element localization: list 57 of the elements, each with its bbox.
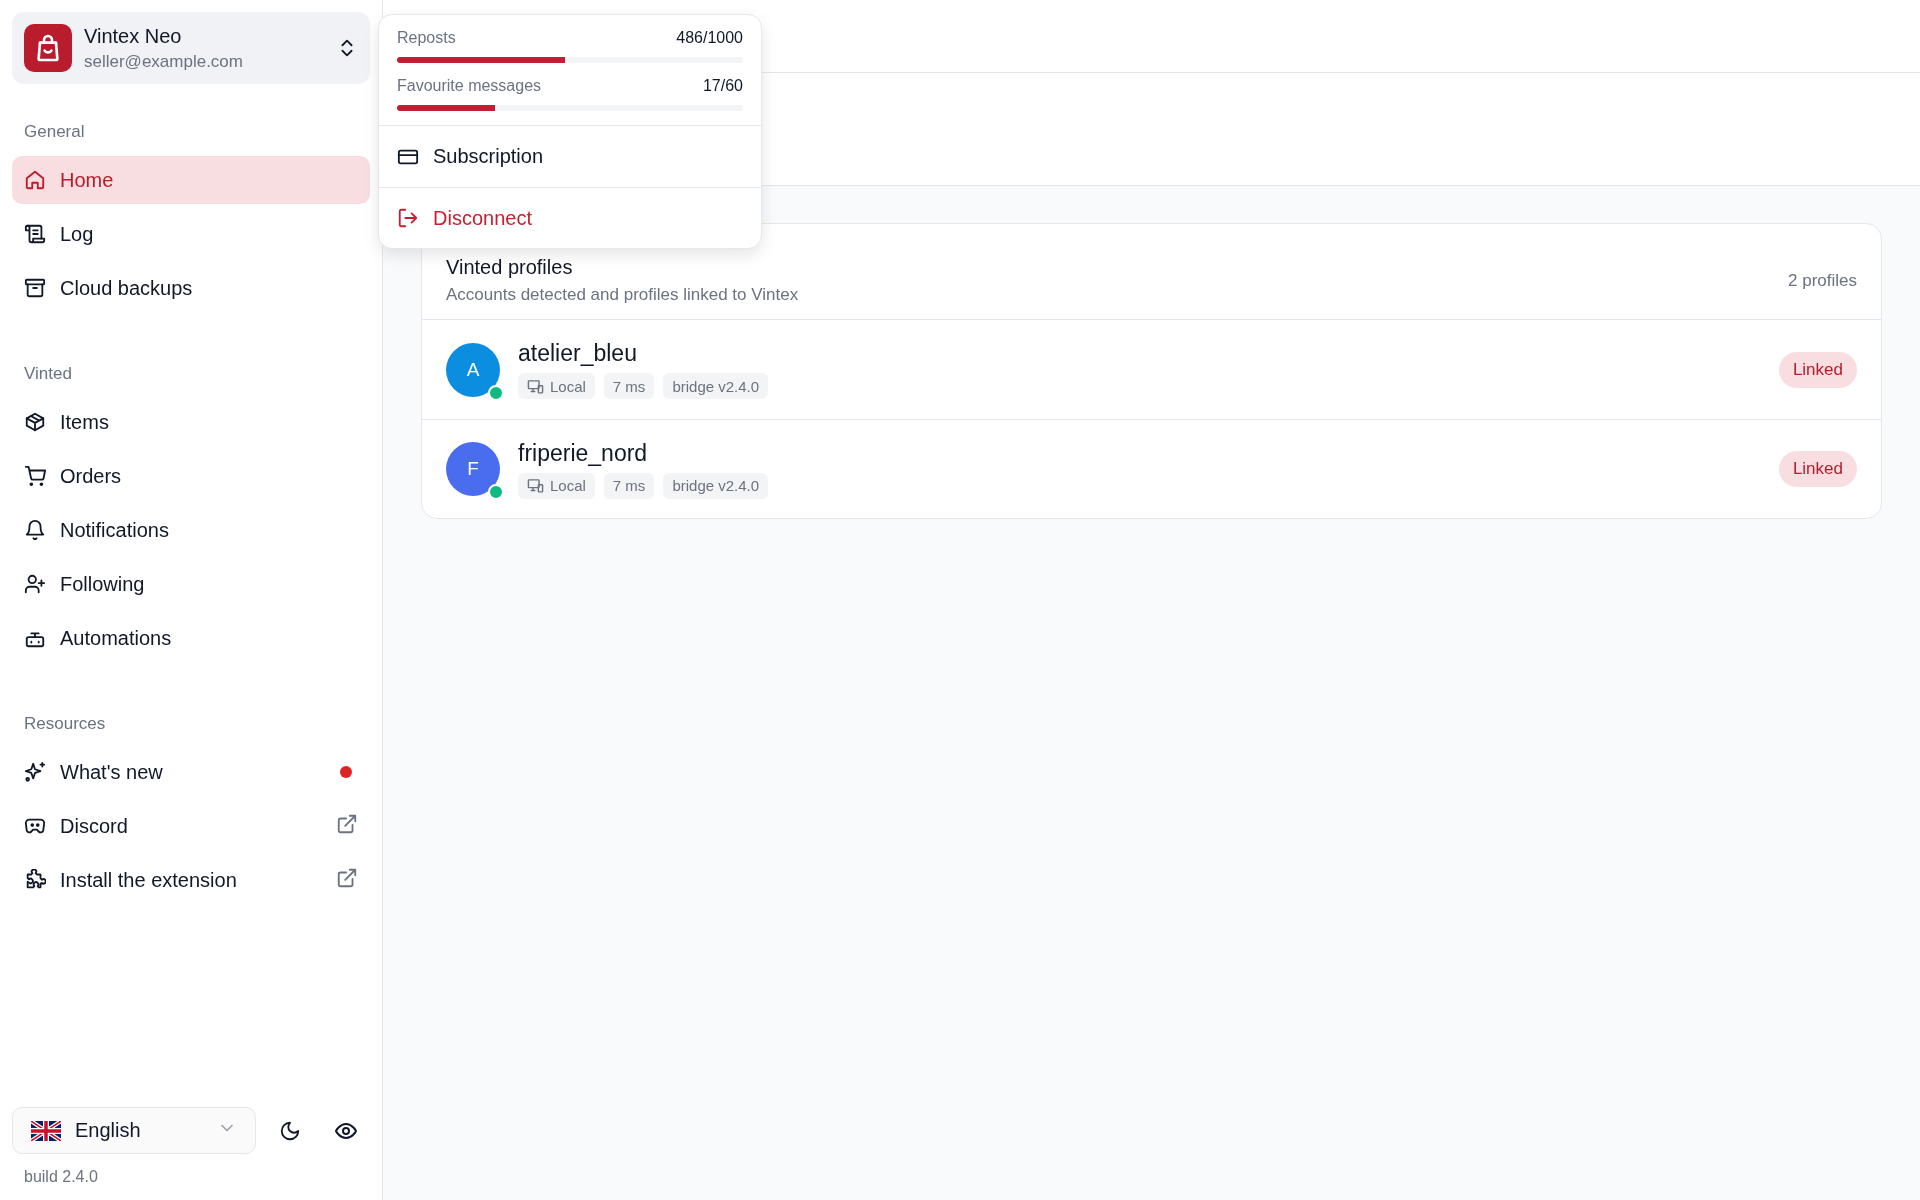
moon-icon xyxy=(279,1119,301,1142)
info-tag: 7 ms xyxy=(603,373,655,399)
quota-value: 486/1000 xyxy=(676,29,743,47)
bell-icon xyxy=(24,519,46,541)
shopping-bag-logo xyxy=(24,24,72,72)
flag-icon xyxy=(31,1120,61,1141)
profile-name: friperie_nord xyxy=(518,439,649,467)
info-tag: bridge v2.4.0 xyxy=(663,472,769,499)
scroll-icon xyxy=(24,223,46,245)
nav-item[interactable]: Cloud backups xyxy=(12,264,370,312)
puzzle-icon xyxy=(24,869,46,891)
package-icon xyxy=(24,411,46,433)
language-select[interactable]: English xyxy=(12,1107,256,1154)
user-plus-icon xyxy=(24,573,46,595)
linked-badge: Linked xyxy=(1778,451,1857,487)
nav-item[interactable]: Automations xyxy=(12,614,370,662)
section-label: Resources xyxy=(24,714,107,734)
nav-item[interactable]: Following xyxy=(12,560,370,608)
sparkles-icon xyxy=(24,761,46,783)
archive-icon xyxy=(24,277,46,299)
avatar: F xyxy=(446,442,500,496)
home-icon xyxy=(24,169,46,191)
disconnect-item[interactable]: Disconnect xyxy=(379,187,761,248)
nav-item[interactable]: Home xyxy=(12,156,370,204)
subscription-item[interactable]: Subscription xyxy=(379,126,761,187)
section-label: General xyxy=(24,122,86,142)
card-subtitle: Accounts detected and profiles linked to Vintex xyxy=(446,285,800,305)
profile-name: atelier_bleu xyxy=(518,340,638,367)
nav-item[interactable]: Orders xyxy=(12,452,370,500)
nav-item[interactable]: What's new xyxy=(12,748,370,796)
profile-count: 2 profiles xyxy=(1788,270,1857,291)
external-link-icon xyxy=(336,812,358,835)
connection-tag: Local xyxy=(518,472,595,499)
account-email: seller@example.com xyxy=(84,51,244,72)
connection-tag: Local xyxy=(518,373,595,399)
nav-item[interactable]: Install the extension xyxy=(12,856,370,904)
devices-icon xyxy=(527,377,544,395)
build-version: build 2.4.0 xyxy=(24,1168,99,1186)
account-name: Vintex Neo xyxy=(84,24,183,48)
cart-icon xyxy=(24,465,46,487)
section-label: Vinted xyxy=(24,364,73,384)
devices-icon xyxy=(527,477,544,494)
quota-label: Favourite messages xyxy=(397,77,542,95)
quota-value: 17/60 xyxy=(702,77,743,95)
quota-label: Reposts xyxy=(397,29,456,47)
external-link-icon xyxy=(336,866,358,889)
linked-badge: Linked xyxy=(1778,351,1857,388)
info-tag: 7 ms xyxy=(603,472,655,499)
card-title: Vinted profiles xyxy=(446,256,574,279)
nav-item[interactable]: Discord xyxy=(12,802,370,850)
nav-item[interactable]: Notifications xyxy=(12,506,370,554)
logout-icon xyxy=(397,207,419,229)
nav-item[interactable]: Log xyxy=(12,210,370,258)
info-tag: bridge v2.4.0 xyxy=(663,373,769,399)
nav-item[interactable]: Items xyxy=(12,398,370,446)
avatar: A xyxy=(446,342,500,397)
account-switcher[interactable]: Vintex Neo seller@example.com xyxy=(12,12,370,84)
